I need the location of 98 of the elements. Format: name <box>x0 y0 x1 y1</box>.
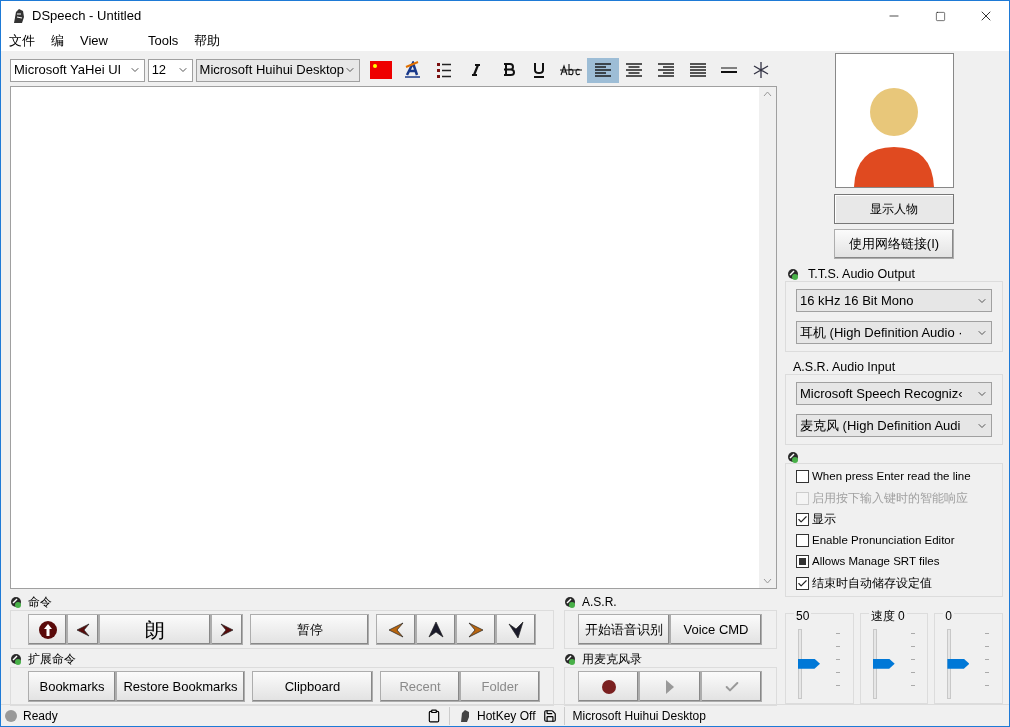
slider-thumb[interactable] <box>798 658 820 669</box>
device-select[interactable]: Microsoft Speech Recogniz‹ <box>796 382 992 406</box>
scrollbar[interactable] <box>759 87 776 588</box>
group-title: 用麦克风录 <box>582 651 642 668</box>
status-text: Ready <box>23 707 59 725</box>
save-icon <box>543 708 558 723</box>
command-button[interactable]: Bookmarks <box>28 671 116 702</box>
pin-icon <box>564 653 576 665</box>
record-button[interactable] <box>578 671 639 702</box>
tick-mark <box>836 671 840 673</box>
next-button[interactable] <box>211 614 243 645</box>
pin-icon <box>787 451 799 464</box>
hotkey-status: HotKey Off <box>477 707 536 725</box>
maximize-icon <box>934 10 946 22</box>
back-button[interactable] <box>376 614 416 645</box>
voice-command-button[interactable]: Voice CMD <box>670 614 762 645</box>
option-label: 启用按下输入键时的智能响应 <box>812 490 968 506</box>
forward-button[interactable] <box>456 614 496 645</box>
menu-item[interactable]: 帮助 <box>194 31 221 51</box>
voice-select[interactable]: Microsoft Huihui Desktop <box>195 58 361 82</box>
option-label: 显示 <box>812 511 836 527</box>
slider-thumb[interactable] <box>872 658 895 669</box>
confirm-button[interactable] <box>701 671 762 702</box>
checkbox[interactable] <box>796 576 809 590</box>
menu-item[interactable]: Tools <box>147 31 179 51</box>
option-label: Allows Manage SRT files <box>812 554 940 570</box>
group-title: A.S.R. <box>582 594 617 611</box>
menu-item[interactable]: 编 <box>51 31 64 51</box>
status-indicator-icon <box>5 709 17 722</box>
clipboard-icon <box>427 708 441 723</box>
tick-mark <box>910 671 915 673</box>
play-icon <box>665 678 675 695</box>
font-select[interactable]: Microsoft YaHei UI <box>10 58 145 82</box>
tick-mark <box>836 632 840 634</box>
app-icon <box>11 8 27 24</box>
slider-track[interactable] <box>947 628 970 699</box>
slider-track[interactable] <box>798 628 820 699</box>
read-button[interactable]: 朗 <box>99 614 211 645</box>
tick-mark <box>910 632 915 634</box>
previous-button[interactable] <box>67 614 99 645</box>
up-arrow-icon <box>426 620 446 639</box>
tick-mark <box>836 658 840 660</box>
tick-mark <box>985 671 990 673</box>
device-select[interactable]: 16 kHz 16 Bit Mono <box>796 289 992 313</box>
pin-icon <box>10 653 22 665</box>
tick-mark <box>910 645 915 647</box>
pin-icon <box>787 268 799 281</box>
checkbox[interactable] <box>796 534 809 548</box>
tick-mark <box>836 645 840 647</box>
checkbox[interactable] <box>796 512 809 526</box>
record-icon <box>601 679 616 694</box>
hotkey-icon <box>458 708 472 723</box>
stop-icon <box>37 619 58 640</box>
tick-mark <box>836 684 840 686</box>
group-title: T.T.S. Audio Output <box>808 265 915 283</box>
show-character-button[interactable]: 显示人物 <box>834 193 954 224</box>
tick-mark <box>985 684 990 686</box>
device-select[interactable]: 耳机 (High Definition Audio · <box>796 321 992 345</box>
command-button[interactable]: Restore Bookmarks <box>116 671 245 702</box>
menu-item[interactable]: View <box>80 31 108 51</box>
device-select[interactable]: 麦克风 (High Definition Audi <box>796 414 992 438</box>
tick-mark <box>985 632 990 634</box>
menu-item[interactable]: 文件 <box>9 31 35 51</box>
pin-icon <box>564 596 576 608</box>
voice-status: Microsoft Huihui Desktop <box>572 707 706 725</box>
network-link-button[interactable]: 使用网络链接(I) <box>834 228 954 260</box>
check-icon <box>797 577 808 589</box>
window-title: DSpeech - Untitled <box>32 7 142 26</box>
down-arrow-icon <box>506 620 526 639</box>
up-button[interactable] <box>416 614 456 645</box>
filled-square-icon <box>799 558 806 566</box>
toolbar-button[interactable] <box>586 57 619 83</box>
checkbox[interactable] <box>796 470 809 484</box>
pin-icon <box>10 596 22 608</box>
slider-label: 速度 0 <box>868 606 907 625</box>
group-title: 扩展命令 <box>28 651 76 668</box>
tick-mark <box>910 658 915 660</box>
down-button[interactable] <box>496 614 536 645</box>
left-arrow-icon <box>386 620 406 639</box>
stop-button[interactable] <box>28 614 67 645</box>
option-label: 结束时自动储存设定值 <box>812 575 932 591</box>
flag-icon <box>369 61 392 79</box>
tick-mark <box>985 658 990 660</box>
command-button[interactable]: Clipboard <box>252 671 373 702</box>
check-icon <box>797 513 808 525</box>
right-arrow-icon <box>466 620 486 639</box>
slider-thumb[interactable] <box>947 658 970 669</box>
option-label: Enable Pronunciation Editor <box>812 533 955 549</box>
option-label: When press Enter read the line <box>812 469 971 485</box>
pause-button[interactable]: 暂停 <box>250 614 369 645</box>
slider-track[interactable] <box>872 628 895 699</box>
group-title: A.S.R. Audio Input <box>793 358 896 376</box>
font-size-select[interactable]: 12 <box>147 58 193 82</box>
tick-mark <box>910 684 915 686</box>
group-title: 命令 <box>28 594 52 611</box>
checkbox[interactable] <box>796 555 809 569</box>
tick-mark <box>985 645 990 647</box>
speech-recognition-button[interactable]: 开始语音识别 <box>578 614 670 645</box>
